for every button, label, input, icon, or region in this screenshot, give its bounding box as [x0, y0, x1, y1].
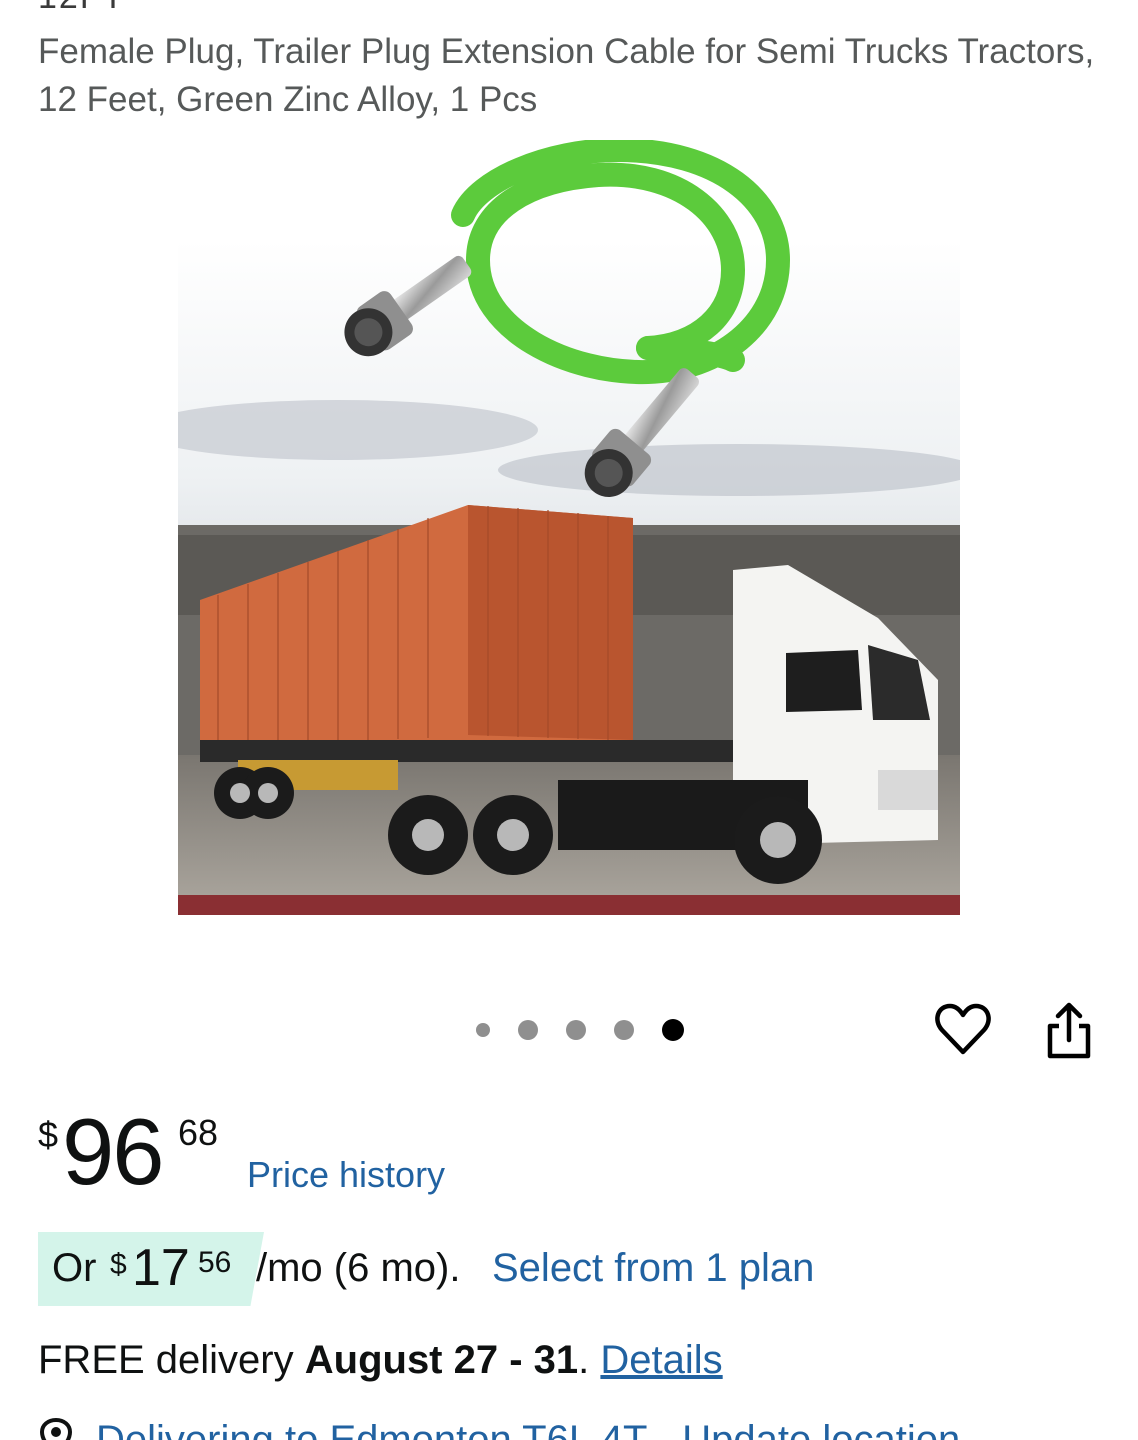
price-currency: $ — [38, 1114, 59, 1155]
carousel-dot[interactable] — [518, 1020, 538, 1040]
carousel-dot-active[interactable] — [662, 1019, 684, 1041]
plan-price-fraction: 56 — [198, 1246, 232, 1279]
price-whole: 96 — [62, 1099, 165, 1204]
image-carousel-dots[interactable] — [476, 1019, 712, 1041]
plan-term: /mo (6 mo). — [256, 1246, 461, 1290]
carousel-dot[interactable] — [476, 1023, 490, 1037]
delivery-location[interactable]: Delivering to Edmonton T6L 4T - Update l… — [38, 1417, 960, 1440]
delivery-suffix: . — [578, 1338, 590, 1382]
price-fraction: 68 — [178, 1112, 219, 1153]
heart-icon[interactable] — [934, 1000, 992, 1058]
delivery-dates: August 27 - 31 — [304, 1338, 579, 1382]
product-image[interactable] — [178, 140, 960, 915]
delivery-details-link[interactable]: Details — [600, 1338, 722, 1382]
price-history-link[interactable]: Price history — [247, 1154, 445, 1196]
share-icon[interactable] — [1042, 1000, 1096, 1060]
title-cut-off: 12FT — [38, 0, 125, 17]
installment-plan: Or $ 17 56 /mo (6 mo). Select from 1 pla… — [38, 1232, 1098, 1306]
carousel-dot[interactable] — [614, 1020, 634, 1040]
location-text[interactable]: Delivering to Edmonton T6L 4T - Update l… — [96, 1418, 960, 1440]
product-title[interactable]: Female Plug, Trailer Plug Extension Cabl… — [38, 28, 1098, 124]
delivery-prefix: FREE delivery — [38, 1338, 294, 1382]
select-plan-link[interactable]: Select from 1 plan — [492, 1246, 814, 1291]
plan-price-whole: 17 — [132, 1239, 190, 1297]
plan-currency: $ — [110, 1248, 127, 1281]
location-pin-icon — [38, 1417, 74, 1440]
plan-or-label: Or — [52, 1246, 97, 1290]
delivery-info: FREE delivery August 27 - 31. Details — [38, 1338, 723, 1383]
carousel-dot[interactable] — [566, 1020, 586, 1040]
